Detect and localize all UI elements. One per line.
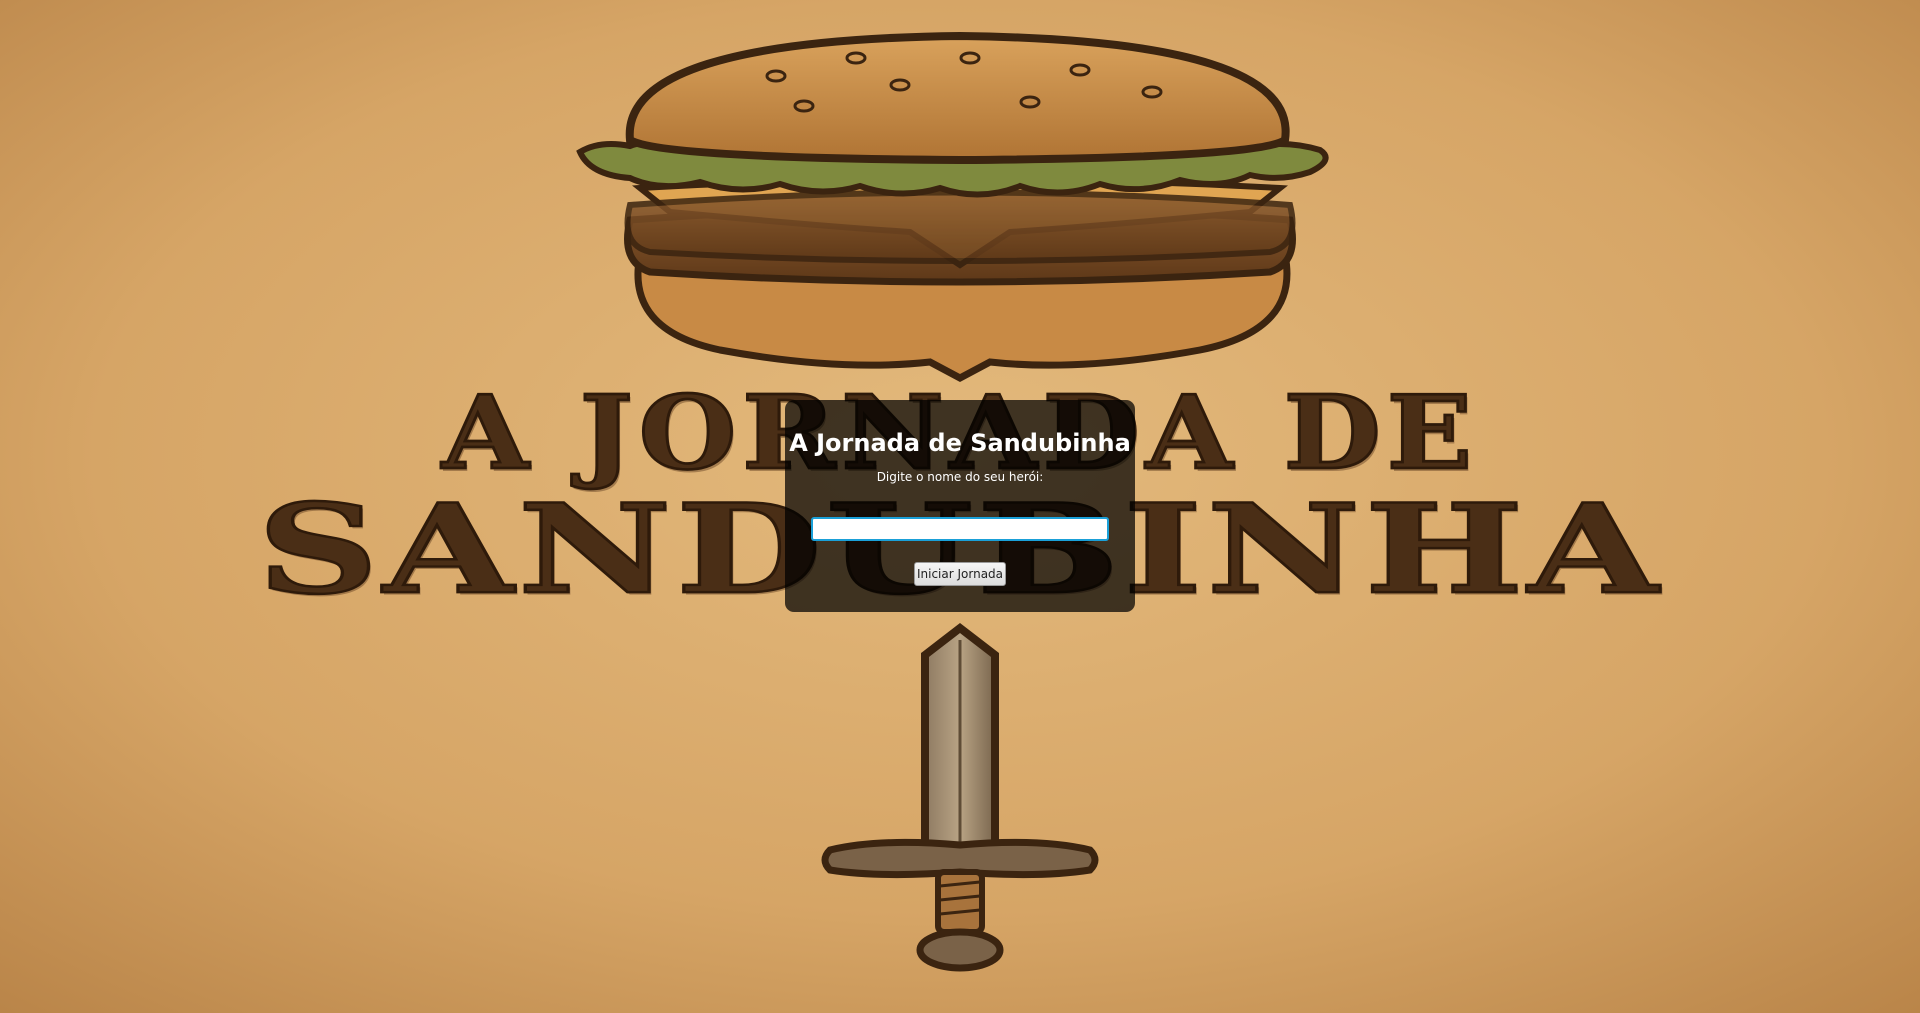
start-journey-button[interactable]: Iniciar Jornada bbox=[914, 562, 1006, 586]
hero-name-label: Digite o nome do seu herói: bbox=[876, 470, 1044, 484]
start-dialog: A Jornada de Sandubinha Digite o nome do… bbox=[785, 400, 1135, 612]
hamburger-icon bbox=[576, 31, 1329, 382]
dialog-title: A Jornada de Sandubinha bbox=[789, 429, 1131, 457]
hero-name-input[interactable] bbox=[811, 517, 1109, 541]
